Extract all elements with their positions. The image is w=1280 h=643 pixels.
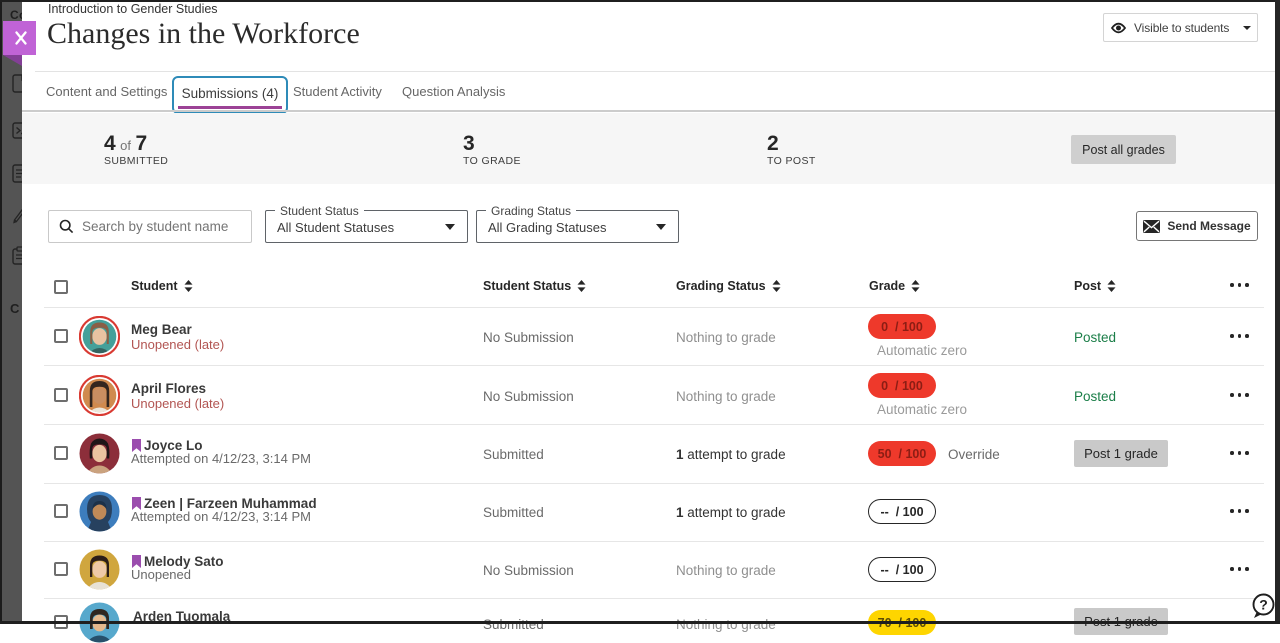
svg-text:?: ?: [1259, 597, 1268, 613]
